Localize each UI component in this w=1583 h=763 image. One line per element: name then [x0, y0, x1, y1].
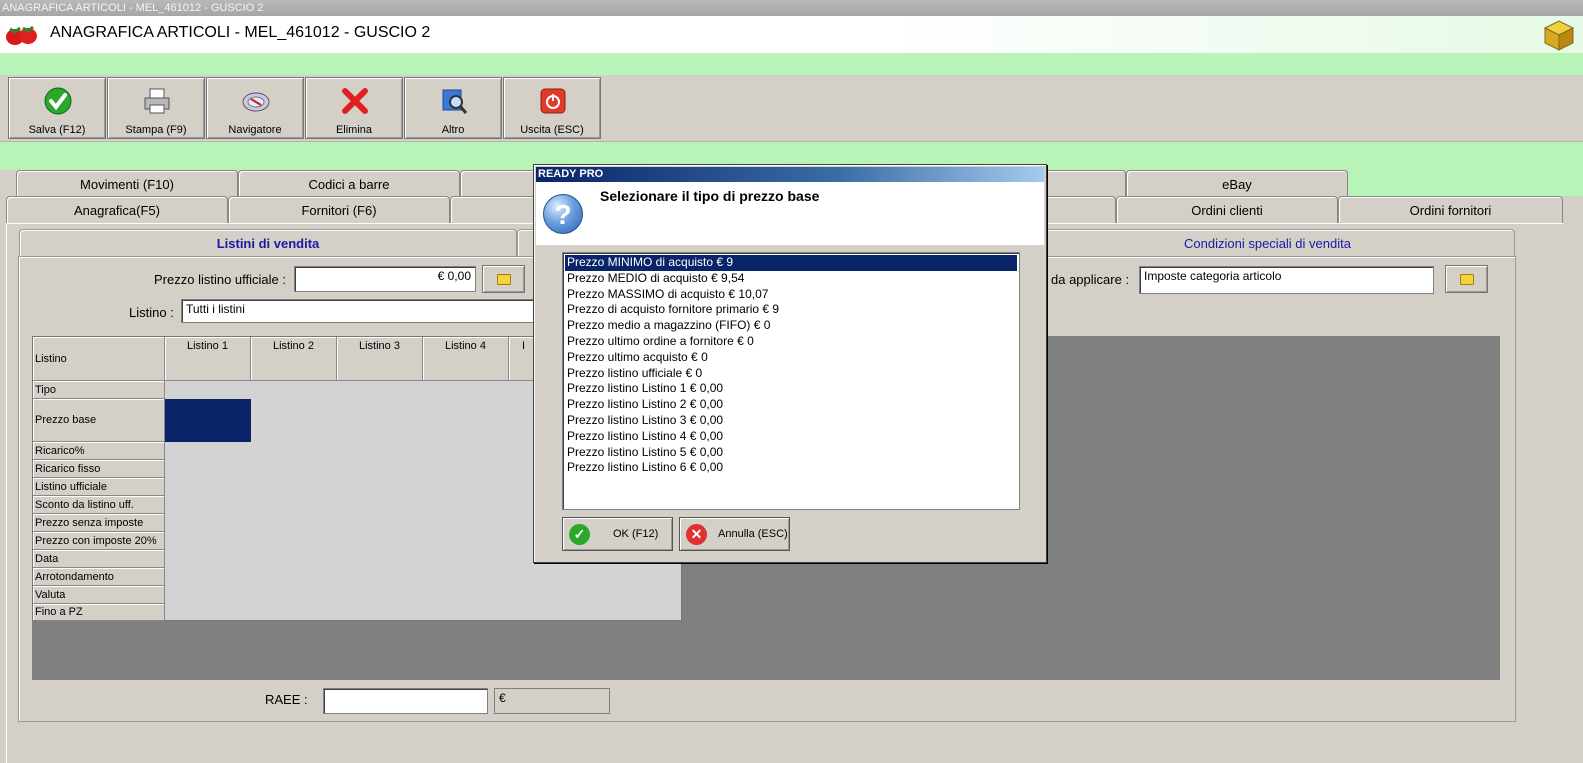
list-item[interactable]: Prezzo listino Listino 2 € 0,00 [565, 397, 1017, 413]
grid-selected-cell[interactable] [165, 399, 251, 442]
list-item[interactable]: Prezzo listino Listino 5 € 0,00 [565, 445, 1017, 461]
list-item[interactable]: Prezzo listino Listino 3 € 0,00 [565, 413, 1017, 429]
check-icon: ✓ [569, 524, 590, 545]
list-item[interactable]: Prezzo di acquisto fornitore primario € … [565, 302, 1017, 318]
tab-ordini-clienti[interactable]: Ordini clienti [1116, 196, 1338, 223]
power-icon [540, 88, 566, 114]
question-icon: ? [543, 194, 583, 234]
printer-icon [144, 88, 170, 114]
dialog-titlebar: READY PRO [536, 167, 1044, 182]
list-item[interactable]: Prezzo medio a magazzino (FIFO) € 0 [565, 318, 1017, 334]
exit-button[interactable]: Uscita (ESC) [503, 77, 601, 139]
list-item[interactable]: Prezzo MINIMO di acquisto € 9 [565, 255, 1017, 271]
prezzo-listino-field[interactable]: € 0,00 [294, 266, 476, 292]
list-item[interactable]: Prezzo listino Listino 4 € 0,00 [565, 429, 1017, 445]
prezzo-listino-browse-button[interactable] [482, 265, 525, 293]
tab-fornitori[interactable]: Fornitori (F6) [228, 196, 450, 223]
header-accent-band [0, 53, 1583, 75]
cancel-x-icon: ✕ [686, 524, 707, 545]
tab-ebay[interactable]: eBay [1126, 170, 1348, 197]
print-label: Stampa (F9) [125, 124, 187, 136]
cube-app-icon [1543, 20, 1575, 51]
list-item[interactable]: Prezzo listino ufficiale € 0 [565, 366, 1017, 382]
grid-row-header: Arrotondamento [33, 568, 165, 586]
grid-row-header: Fino a PZ [33, 604, 165, 621]
grid-row-header: Data [33, 550, 165, 568]
delete-label: Elimina [335, 124, 373, 136]
list-item[interactable]: Prezzo MEDIO di acquisto € 9,54 [565, 271, 1017, 287]
print-button[interactable]: Stampa (F9) [107, 77, 205, 139]
magnifier-icon [442, 89, 468, 114]
grid-row-header: Valuta [33, 586, 165, 604]
app-title: ANAGRAFICA ARTICOLI - MEL_461012 - GUSCI… [50, 24, 431, 41]
strawberry-logo-icon [6, 25, 37, 45]
tab-codici-a-barre[interactable]: Codici a barre [238, 170, 460, 197]
save-button[interactable]: Salva (F12) [8, 77, 106, 139]
grid-column-header[interactable]: Listino 2 [251, 337, 337, 381]
dialog-message: Selezionare il tipo di prezzo base [600, 188, 820, 204]
list-item[interactable]: Prezzo ultimo ordine a fornitore € 0 [565, 334, 1017, 350]
prezzo-listino-label: Prezzo listino ufficiale : [154, 272, 286, 287]
app-header: ANAGRAFICA ARTICOLI - MEL_461012 - GUSCI… [0, 16, 1583, 53]
cancel-label: Annulla (ESC) [718, 528, 788, 540]
grid-column-header[interactable]: Listino 4 [423, 337, 509, 381]
tab-ordini-fornitori[interactable]: Ordini fornitori [1338, 196, 1563, 223]
grid-row-header: Prezzo base [33, 399, 165, 442]
ok-label: OK (F12) [613, 528, 659, 540]
window-titlebar: ANAGRAFICA ARTICOLI - MEL_461012 - GUSCI… [0, 0, 1583, 16]
list-item[interactable]: Prezzo listino Listino 6 € 0,00 [565, 460, 1017, 476]
list-item[interactable]: Prezzo listino Listino 1 € 0,00 [565, 381, 1017, 397]
grid-column-header[interactable]: Listino 3 [337, 337, 423, 381]
navigator-label: Navigatore [228, 124, 282, 136]
tab-hidden-2[interactable] [1040, 170, 1126, 197]
tab-movimenti[interactable]: Movimenti (F10) [16, 170, 238, 197]
grid-row-header: Sconto da listino uff. [33, 496, 165, 514]
grid-row-header: Ricarico fisso [33, 460, 165, 478]
other-button[interactable]: Altro [404, 77, 502, 139]
imposte-label: da applicare : [1051, 272, 1130, 287]
other-label: Altro [441, 124, 465, 136]
folder-icon [1460, 274, 1474, 285]
grid-row-header: Prezzo senza imposte [33, 514, 165, 532]
tab-listini-di-vendita[interactable]: Listini di vendita [19, 229, 517, 259]
price-type-listbox[interactable]: Prezzo MINIMO di acquisto € 9 Prezzo MED… [562, 252, 1020, 510]
raee-currency-field: € [494, 688, 610, 714]
tab-hidden-4[interactable] [1040, 196, 1116, 223]
compass-icon [242, 92, 270, 112]
grid-empty-area-bottom [32, 621, 1500, 680]
tabs-accent-corner [1348, 170, 1583, 196]
raee-label: RAEE : [265, 692, 308, 707]
grid-corner-header: Listino [33, 337, 165, 381]
folder-icon [497, 274, 511, 285]
ok-button[interactable]: ✓ OK (F12) [562, 517, 673, 551]
imposte-field[interactable]: Imposte categoria articolo [1139, 266, 1434, 294]
raee-input[interactable] [323, 688, 488, 714]
tab-condizioni-speciali[interactable]: Condizioni speciali di vendita [1020, 229, 1515, 257]
window-title: ANAGRAFICA ARTICOLI - MEL_461012 - GUSCI… [2, 2, 264, 14]
list-item[interactable]: Prezzo ultimo acquisto € 0 [565, 350, 1017, 366]
red-x-icon [342, 88, 368, 114]
grid-row-header: Listino ufficiale [33, 478, 165, 496]
imposte-browse-button[interactable] [1445, 265, 1488, 293]
exit-label: Uscita (ESC) [520, 124, 584, 136]
tab-anagrafica[interactable]: Anagrafica(F5) [6, 196, 228, 223]
list-item[interactable]: Prezzo MASSIMO di acquisto € 10,07 [565, 287, 1017, 303]
grid-row-header: Ricarico% [33, 442, 165, 460]
price-type-dialog: READY PRO ? Selezionare il tipo di prezz… [533, 164, 1047, 563]
save-label: Salva (F12) [28, 124, 86, 136]
toolbar: Salva (F12) Stampa (F9) Navigatore Elimi… [0, 75, 1583, 142]
listino-label: Listino : [129, 305, 174, 320]
grid-row-header: Tipo [33, 381, 165, 399]
navigator-button[interactable]: Navigatore [206, 77, 304, 139]
grid-row-header: Prezzo con imposte 20% [33, 532, 165, 550]
grid-column-header[interactable]: Listino 1 [165, 337, 251, 381]
cancel-button[interactable]: ✕ Annulla (ESC) [679, 517, 790, 551]
dialog-header: ? Selezionare il tipo di prezzo base [536, 182, 1044, 245]
listino-select[interactable]: Tutti i listini [181, 299, 541, 323]
delete-button[interactable]: Elimina [305, 77, 403, 139]
check-icon [44, 87, 72, 115]
